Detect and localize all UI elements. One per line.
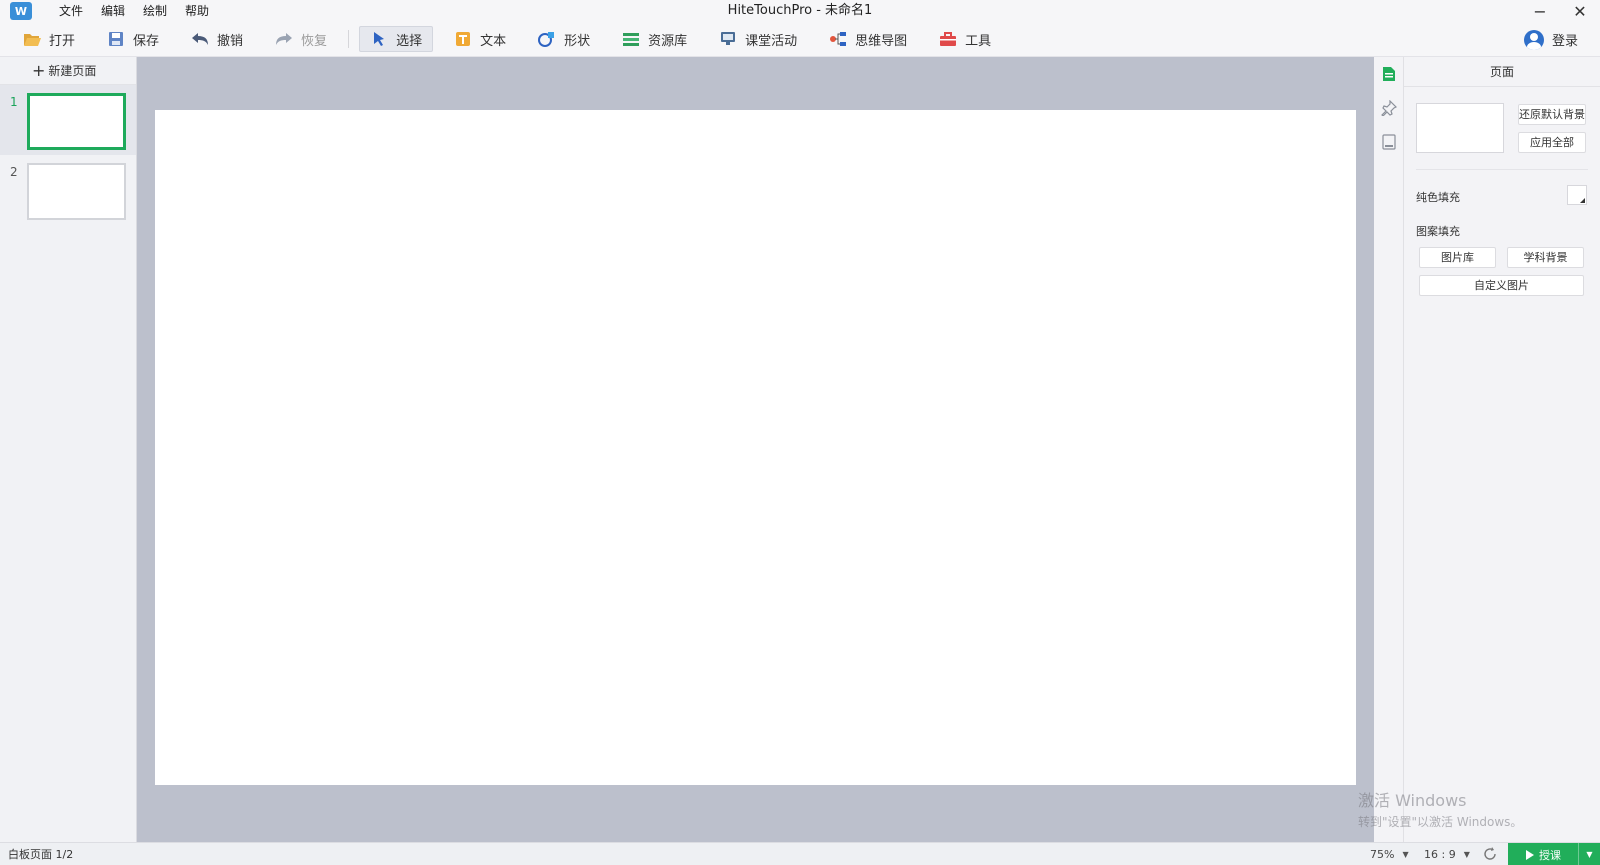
- subject-background-button[interactable]: 学科背景: [1507, 247, 1584, 268]
- main-toolbar: 打开 保存 撤销 恢复 选择 文本 形状 资源库 课堂活动 思维导图 工具 登录: [0, 22, 1600, 57]
- select-label: 选择: [396, 33, 423, 49]
- page-properties-icon: [1382, 67, 1395, 81]
- page-list-sidebar: + 新建页面 1 2: [0, 57, 137, 842]
- mindmap-button[interactable]: 思维导图: [818, 26, 918, 52]
- shape-tool-button[interactable]: 形状: [527, 26, 601, 52]
- chevron-down-icon: ▼: [1402, 850, 1409, 859]
- classroom-activity-button[interactable]: 课堂活动: [708, 26, 808, 52]
- notes-icon: [1381, 134, 1396, 150]
- zoom-dropdown[interactable]: 75% ▼: [1370, 843, 1409, 865]
- minimize-button[interactable]: −: [1520, 0, 1560, 22]
- menu-file[interactable]: 文件: [50, 0, 92, 22]
- text-label: 文本: [480, 33, 507, 49]
- refresh-icon: [1484, 847, 1496, 860]
- page-thumbnail[interactable]: [27, 163, 126, 220]
- status-bar: 白板页面 1/2 75% ▼ 16 : 9 ▼ 授课 ▼: [0, 842, 1600, 865]
- divider: [1416, 169, 1588, 170]
- aspect-ratio-dropdown[interactable]: 16 : 9 ▼: [1424, 843, 1470, 865]
- aspect-ratio-value: 16 : 9: [1424, 848, 1456, 861]
- open-button[interactable]: 打开: [12, 26, 86, 52]
- pin-icon: [1380, 100, 1397, 116]
- refresh-button[interactable]: [1482, 846, 1498, 862]
- page-thumbnail[interactable]: [27, 93, 126, 150]
- watermark-line-1: 激活 Windows: [1358, 791, 1467, 810]
- apply-all-button[interactable]: 应用全部: [1518, 132, 1586, 153]
- classroom-activity-label: 课堂活动: [745, 33, 798, 49]
- login-label: 登录: [1551, 34, 1578, 49]
- save-icon: [107, 30, 125, 48]
- custom-image-button[interactable]: 自定义图片: [1419, 275, 1584, 296]
- menu-edit[interactable]: 编辑: [92, 0, 134, 22]
- page-number: 2: [10, 165, 18, 179]
- page-panel-tab[interactable]: [1374, 57, 1403, 91]
- select-tool-button[interactable]: 选择: [359, 26, 434, 52]
- toolbox-icon: [939, 30, 957, 48]
- image-library-button[interactable]: 图片库: [1419, 247, 1496, 268]
- redo-label: 恢复: [301, 33, 328, 49]
- page-number: 1: [10, 95, 18, 109]
- shape-icon: [538, 30, 556, 48]
- save-button[interactable]: 保存: [96, 26, 170, 52]
- user-avatar-icon: [1523, 29, 1544, 50]
- play-icon: [1526, 849, 1534, 860]
- canvas-area[interactable]: [137, 57, 1374, 842]
- window-title: HiteTouchPro - 未命名1: [727, 3, 873, 18]
- mindmap-icon: [829, 30, 847, 48]
- redo-button[interactable]: 恢复: [264, 26, 338, 52]
- login-button[interactable]: 登录: [1523, 22, 1578, 57]
- text-tool-button[interactable]: 文本: [443, 26, 517, 52]
- menu-draw[interactable]: 绘制: [134, 0, 176, 22]
- library-button[interactable]: 资源库: [611, 26, 698, 52]
- title-bar: W 文件 编辑 绘制 帮助 HiteTouchPro - 未命名1 − ✕: [0, 0, 1600, 22]
- chevron-down-icon: ▼: [1463, 850, 1470, 859]
- present-label: 授课: [1539, 848, 1561, 862]
- animation-panel-tab[interactable]: [1374, 91, 1403, 125]
- whiteboard-slide[interactable]: [155, 110, 1356, 785]
- tools-button[interactable]: 工具: [928, 26, 1002, 52]
- panel-icon-strip: [1374, 57, 1404, 842]
- zoom-value: 75%: [1370, 848, 1395, 861]
- shape-label: 形状: [564, 33, 591, 49]
- library-icon: [622, 30, 640, 48]
- solid-fill-label: 纯色填充: [1416, 191, 1460, 204]
- open-label: 打开: [49, 33, 76, 49]
- app-logo-icon[interactable]: W: [10, 2, 32, 20]
- plus-icon: +: [32, 60, 46, 80]
- folder-open-icon: [23, 30, 41, 48]
- mindmap-label: 思维导图: [855, 33, 908, 49]
- library-label: 资源库: [648, 33, 688, 49]
- menu-bar: 文件 编辑 绘制 帮助: [50, 0, 218, 22]
- undo-icon: [191, 30, 209, 48]
- cursor-icon: [370, 30, 388, 48]
- fill-color-picker[interactable]: [1567, 185, 1587, 205]
- page-thumbnail-row[interactable]: 1: [0, 85, 136, 155]
- notes-panel-tab[interactable]: [1374, 125, 1403, 159]
- classroom-activity-icon: [719, 30, 737, 48]
- restore-default-bg-button[interactable]: 还原默认背景: [1518, 104, 1586, 125]
- undo-label: 撤销: [217, 33, 244, 49]
- menu-help[interactable]: 帮助: [176, 0, 218, 22]
- tools-label: 工具: [965, 33, 992, 49]
- new-page-button[interactable]: + 新建页面: [0, 57, 136, 85]
- page-thumbnail-row[interactable]: 2: [0, 155, 136, 225]
- text-icon: [454, 30, 472, 48]
- background-preview: [1416, 103, 1504, 153]
- redo-icon: [275, 30, 293, 48]
- undo-button[interactable]: 撤销: [180, 26, 254, 52]
- save-label: 保存: [133, 33, 160, 49]
- page-properties-panel: 页面 还原默认背景 应用全部 纯色填充 图案填充 图片库 学科背景 自定义图片: [1404, 57, 1600, 842]
- new-page-label: 新建页面: [48, 64, 97, 78]
- pattern-fill-label: 图案填充: [1416, 225, 1460, 238]
- panel-title: 页面: [1404, 57, 1600, 87]
- window-controls: − ✕: [1520, 0, 1600, 22]
- present-options-dropdown[interactable]: ▼: [1578, 843, 1600, 865]
- present-button[interactable]: 授课 ▼: [1508, 843, 1600, 865]
- page-info: 白板页面 1/2: [8, 848, 74, 861]
- toolbar-divider: [348, 30, 350, 48]
- close-button[interactable]: ✕: [1560, 0, 1600, 22]
- activation-watermark: 激活 Windows 转到"设置"以激活 Windows。: [1358, 787, 1522, 830]
- watermark-line-2: 转到"设置"以激活 Windows。: [1358, 815, 1523, 829]
